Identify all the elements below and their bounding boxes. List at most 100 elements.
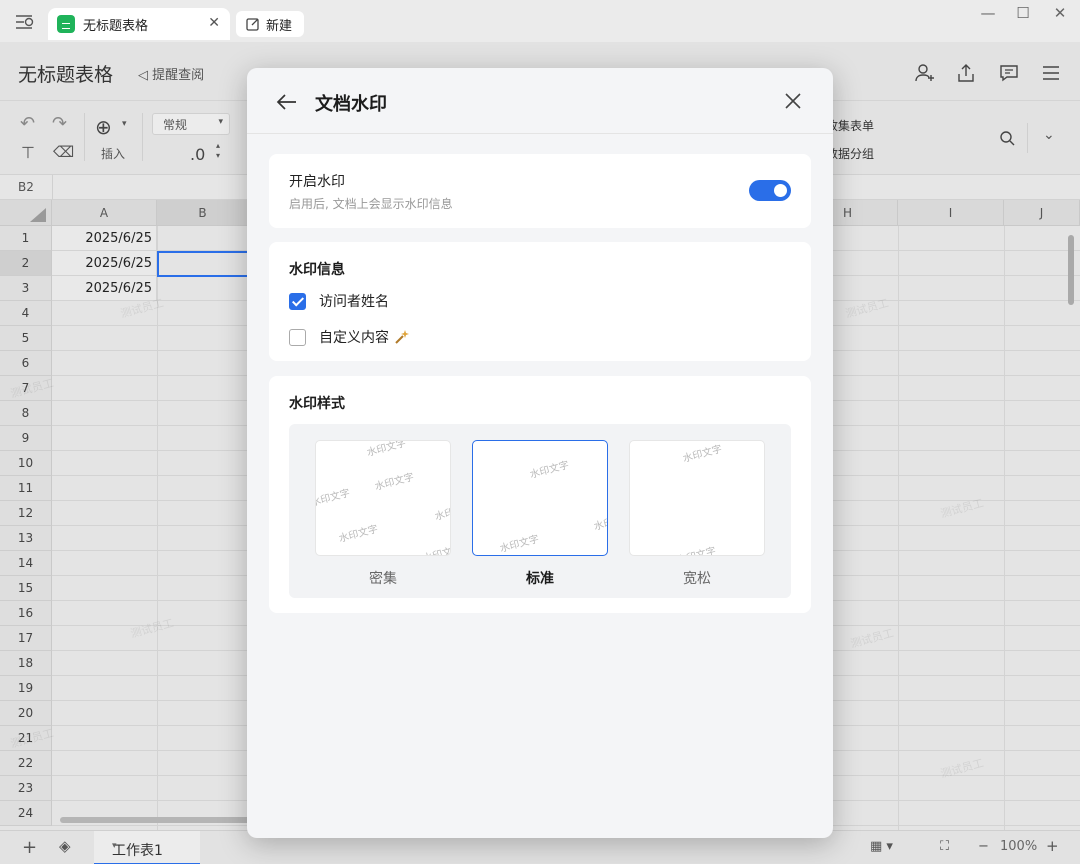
column-header-i[interactable]: I	[898, 200, 1004, 226]
preview-watermark-text: 水印文字	[592, 511, 608, 533]
loose-preview-thumbnail[interactable]: 水印文字 水印文字	[629, 440, 765, 556]
redo-icon[interactable]: ↷	[52, 113, 67, 134]
chevron-down-icon[interactable]: ▾	[112, 841, 184, 851]
watermark-style-title: 水印样式	[289, 396, 345, 412]
watermark-info-title: 水印信息	[289, 262, 345, 278]
back-arrow-icon[interactable]	[275, 90, 299, 114]
decimal-label[interactable]: .0	[190, 145, 205, 164]
maximize-icon[interactable]: ☐	[1013, 4, 1033, 22]
cell-a2[interactable]: 2025/6/25	[52, 251, 157, 276]
row-header[interactable]: 18	[0, 651, 52, 676]
undo-icon[interactable]: ↶	[20, 113, 35, 134]
visitor-name-option[interactable]: 访问者姓名	[289, 291, 389, 311]
column-header-b[interactable]: B	[157, 200, 249, 226]
row-header[interactable]: 15	[0, 576, 52, 601]
row-header[interactable]: 1	[0, 226, 52, 251]
cell-a3[interactable]: 2025/6/25	[52, 276, 157, 301]
row-header[interactable]: 10	[0, 451, 52, 476]
comment-icon[interactable]	[998, 62, 1020, 84]
standard-preview-thumbnail[interactable]: 水印文字 水印文字 水印文字	[472, 440, 608, 556]
minimize-icon[interactable]: —	[978, 4, 998, 22]
row-header[interactable]: 14	[0, 551, 52, 576]
row-header[interactable]: 5	[0, 326, 52, 351]
document-title[interactable]: 无标题表格	[18, 60, 113, 87]
dialog-title: 文档水印	[315, 94, 387, 115]
custom-content-option[interactable]: 自定义内容	[289, 327, 410, 347]
vertical-scrollbar[interactable]	[1068, 235, 1074, 305]
preview-watermark-text: 水印文字	[373, 471, 416, 493]
cell-reference[interactable]: B2	[18, 180, 34, 194]
add-collaborator-icon[interactable]	[914, 62, 936, 84]
sheet-watermark: 测试员工	[844, 296, 891, 321]
visitor-name-checkbox[interactable]	[289, 292, 306, 310]
row-header[interactable]: 20	[0, 701, 52, 726]
number-format-select[interactable]: 常规 ▾	[152, 113, 230, 135]
style-options-panel: 水印文字 水印文字 水印文字 水印文字 水印文字 水印文字 密集 水印文字 水印…	[289, 424, 791, 598]
row-header[interactable]: 12	[0, 501, 52, 526]
style-option-loose[interactable]: 水印文字 水印文字 宽松	[629, 440, 765, 588]
zoom-out-icon[interactable]: −	[978, 839, 989, 854]
format-painter-icon[interactable]: ⊤	[21, 143, 35, 162]
cell-a1[interactable]: 2025/6/25	[52, 226, 157, 251]
style-option-standard[interactable]: 水印文字 水印文字 水印文字 标准	[472, 440, 608, 588]
preview-watermark-text: 水印文字	[421, 543, 451, 556]
row-header[interactable]: 17	[0, 626, 52, 651]
row-header[interactable]: 6	[0, 351, 52, 376]
row-header[interactable]: 13	[0, 526, 52, 551]
history-menu-icon[interactable]	[14, 13, 34, 31]
row-header[interactable]: 22	[0, 751, 52, 776]
preview-watermark-text: 水印文字	[365, 440, 408, 459]
eraser-icon[interactable]: ⌫	[53, 143, 74, 161]
sheet-watermark: 测试员工	[849, 626, 896, 651]
layers-icon[interactable]: ◈	[59, 837, 71, 855]
column-header-j[interactable]: J	[1004, 200, 1080, 226]
row-header[interactable]: 2	[0, 251, 52, 276]
sheet-watermark: 测试员工	[129, 616, 176, 641]
selected-cell-b2[interactable]	[157, 251, 249, 277]
row-header[interactable]: 19	[0, 676, 52, 701]
row-header[interactable]: 8	[0, 401, 52, 426]
stepper-icon[interactable]: ▴ ▾	[216, 141, 220, 161]
row-header[interactable]: 24	[0, 801, 52, 826]
data-group-button[interactable]: 数据分组	[826, 145, 874, 162]
megaphone-icon: ◁	[138, 68, 148, 83]
title-bar: 无标题表格 ✕ 新建 — ☐ ✕	[0, 0, 1080, 42]
row-header[interactable]: 3	[0, 276, 52, 301]
close-window-icon[interactable]: ✕	[1050, 4, 1070, 22]
enable-watermark-toggle[interactable]	[749, 180, 791, 201]
new-tab-button[interactable]: 新建	[236, 11, 304, 37]
edit-icon	[246, 18, 259, 31]
close-icon[interactable]	[783, 91, 803, 111]
insert-label[interactable]: 插入	[101, 145, 125, 162]
share-upload-icon[interactable]	[955, 62, 977, 84]
zoom-in-icon[interactable]: +	[1046, 837, 1059, 855]
row-header[interactable]: 11	[0, 476, 52, 501]
view-grid-icon[interactable]: ▦ ▾	[870, 839, 893, 854]
fullscreen-icon[interactable]: ⛶	[940, 839, 949, 854]
dense-preview-thumbnail[interactable]: 水印文字 水印文字 水印文字 水印文字 水印文字 水印文字	[315, 440, 451, 556]
preview-watermark-text: 水印文字	[337, 523, 380, 545]
menu-icon[interactable]	[1040, 62, 1062, 84]
search-icon[interactable]	[999, 130, 1015, 146]
collapse-ribbon-icon[interactable]: ⌄	[1043, 127, 1055, 143]
preview-watermark-text: 水印文字	[528, 459, 571, 481]
row-header[interactable]: 16	[0, 601, 52, 626]
style-label-standard: 标准	[526, 571, 554, 587]
tab-untitled-sheet[interactable]: 无标题表格 ✕	[48, 8, 230, 40]
sheet-tab-1[interactable]: 工作表1 ▾	[94, 831, 200, 864]
remind-review-button[interactable]: ◁ 提醒查阅	[138, 64, 204, 83]
insert-plus-icon[interactable]: ⊕	[95, 115, 112, 139]
column-header-a[interactable]: A	[52, 200, 157, 226]
row-header[interactable]: 23	[0, 776, 52, 801]
style-option-dense[interactable]: 水印文字 水印文字 水印文字 水印文字 水印文字 水印文字 密集	[315, 440, 451, 588]
chevron-down-icon[interactable]: ▾	[122, 119, 127, 129]
custom-content-checkbox[interactable]	[289, 328, 306, 346]
watermark-info-card: 水印信息 访问者姓名 自定义内容	[269, 242, 811, 361]
add-sheet-icon[interactable]: +	[22, 837, 37, 858]
horizontal-scrollbar[interactable]	[60, 817, 250, 823]
select-all-corner[interactable]	[0, 200, 52, 226]
collect-form-button[interactable]: 收集表单	[826, 117, 874, 134]
row-header[interactable]: 4	[0, 301, 52, 326]
row-header[interactable]: 9	[0, 426, 52, 451]
close-tab-icon[interactable]: ✕	[208, 15, 220, 31]
